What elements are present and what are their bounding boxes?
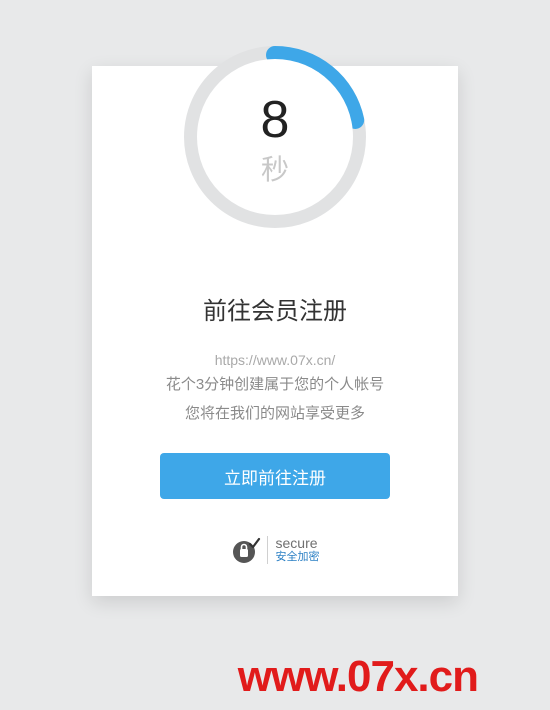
secure-text: secure 安全加密 bbox=[267, 536, 320, 565]
countdown-inner: 8 秒 bbox=[197, 59, 353, 215]
register-now-button[interactable]: 立即前往注册 bbox=[160, 453, 390, 499]
card-content: 前往会员注册 https://www.07x.cn/ 花个3分钟创建属于您的个人… bbox=[92, 261, 458, 565]
lock-icon bbox=[231, 535, 261, 565]
countdown-unit: 秒 bbox=[261, 148, 289, 188]
watermark-url: www.07x.cn bbox=[238, 652, 478, 702]
description-line-1: 花个3分钟创建属于您的个人帐号 bbox=[122, 374, 428, 397]
card-title: 前往会员注册 bbox=[122, 291, 428, 326]
countdown-ring: 8 秒 bbox=[184, 46, 366, 228]
countdown-number: 8 bbox=[261, 94, 290, 146]
target-url: https://www.07x.cn/ bbox=[122, 352, 428, 368]
description-line-2: 您将在我们的网站享受更多 bbox=[122, 403, 428, 426]
secure-label: secure bbox=[276, 536, 320, 551]
secure-badge: secure 安全加密 bbox=[122, 535, 428, 565]
registration-card: 8 秒 前往会员注册 https://www.07x.cn/ 花个3分钟创建属于… bbox=[92, 66, 458, 596]
secure-sub: 安全加密 bbox=[276, 551, 320, 564]
